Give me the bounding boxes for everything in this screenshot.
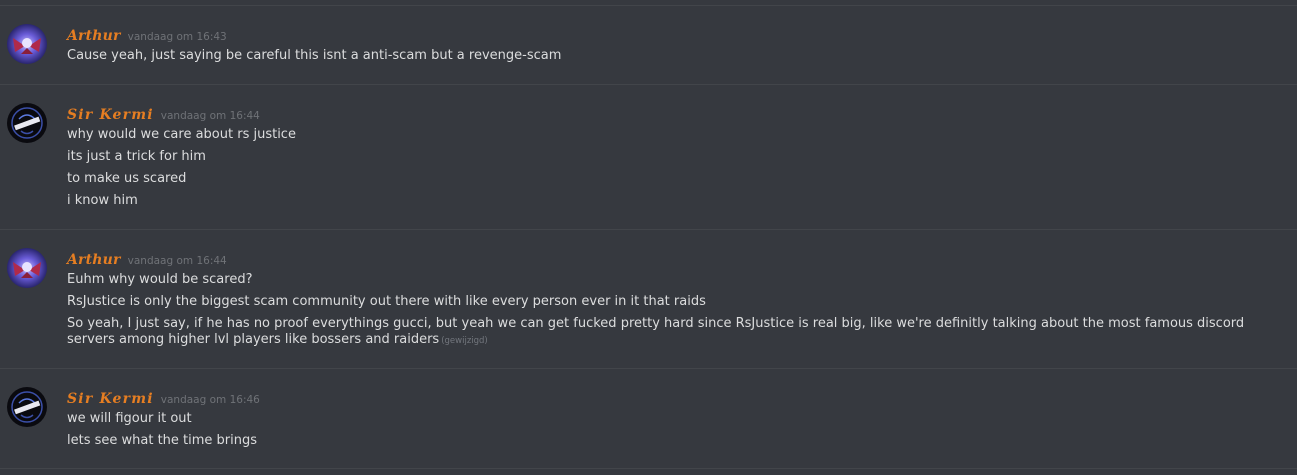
- message-divider: [0, 5, 1297, 6]
- username[interactable]: Sir Kermi: [67, 391, 154, 407]
- username[interactable]: Arthur: [67, 252, 121, 268]
- timestamp: vandaag om 16:44: [127, 255, 227, 267]
- kermi-avatar-icon: [7, 387, 47, 427]
- kermi-avatar-icon: [7, 103, 47, 143]
- message-line: RsJustice is only the biggest scam commu…: [67, 294, 706, 309]
- message-divider: [0, 84, 1297, 85]
- avatar[interactable]: [7, 103, 47, 143]
- message-divider: [0, 229, 1297, 230]
- message-line: to make us scared: [67, 171, 187, 186]
- timestamp: vandaag om 16:46: [160, 394, 260, 406]
- message-line: lets see what the time brings: [67, 433, 258, 448]
- arthur-avatar-icon: [7, 24, 47, 64]
- message-line: Euhm why would be scared?: [67, 272, 253, 287]
- message-line: why would we care about rs justice: [67, 127, 296, 142]
- avatar[interactable]: [7, 24, 47, 64]
- message-line: we will figour it out: [67, 411, 192, 426]
- timestamp: vandaag om 16:43: [127, 31, 227, 43]
- username[interactable]: Arthur: [67, 28, 121, 44]
- arthur-avatar-icon: [7, 248, 47, 288]
- message-divider: [0, 368, 1297, 369]
- avatar[interactable]: [7, 248, 47, 288]
- edited-label: (gewijzigd): [441, 336, 488, 346]
- message-line: Cause yeah, just saying be careful this …: [67, 48, 562, 63]
- avatar[interactable]: [7, 387, 47, 427]
- message-divider: [0, 468, 1297, 469]
- message-line: its just a trick for him: [67, 149, 206, 164]
- message-text: So yeah, I just say, if he has no proof …: [67, 316, 1245, 347]
- timestamp: vandaag om 16:44: [160, 110, 260, 122]
- message-line: So yeah, I just say, if he has no proof …: [67, 316, 1282, 349]
- username[interactable]: Sir Kermi: [67, 107, 154, 123]
- message-line: i know him: [67, 193, 138, 208]
